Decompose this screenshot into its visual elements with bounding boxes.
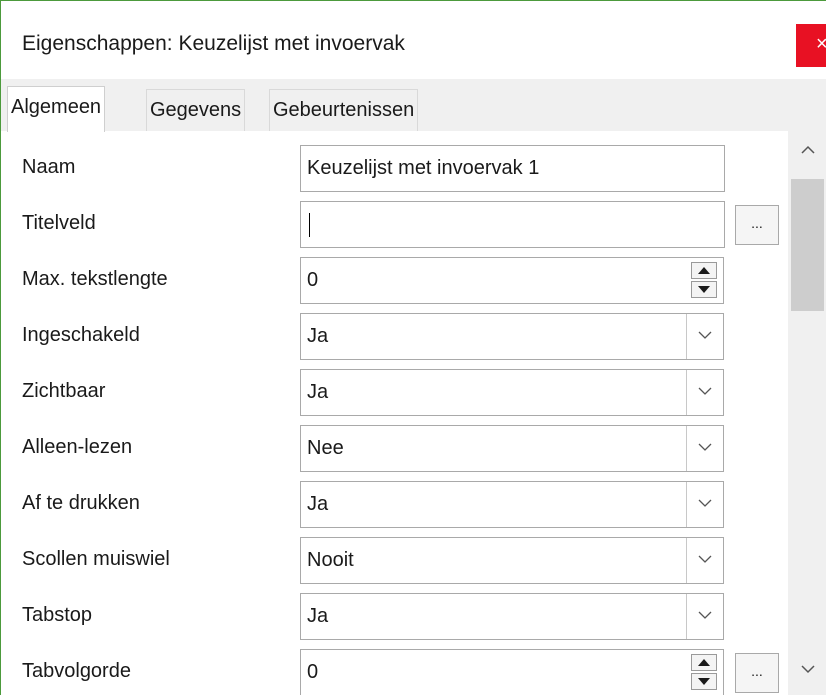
property-row-alleen-lezen: Alleen-lezen Nee [1,417,791,473]
chevron-down-icon [801,665,815,674]
ingeschakeld-value: Ja [307,325,329,347]
tabstop-select[interactable]: Ja [300,593,724,640]
titelveld-input[interactable] [300,201,725,248]
property-label-ingeschakeld: Ingeschakeld [22,305,298,361]
property-row-zichtbaar: Zichtbaar Ja [1,361,791,417]
property-row-titelveld: Titelveld ... [1,193,791,249]
chevron-down-icon [698,387,712,395]
property-row-tabstop: Tabstop Ja [1,585,791,641]
property-label-alleen-lezen: Alleen-lezen [22,417,298,473]
text-cursor [309,212,310,237]
close-button[interactable]: × [796,24,826,67]
property-row-max-tekstlengte: Max. tekstlengte 0 [1,249,791,305]
zichtbaar-select[interactable]: Ja [300,369,724,416]
scroll-thumb[interactable] [791,179,824,311]
chevron-up-icon [801,145,815,154]
property-row-ingeschakeld: Ingeschakeld Ja [1,305,791,361]
scroll-up-button[interactable] [788,131,826,169]
properties-dialog: Eigenschappen: Keuzelijst met invoervak … [0,0,826,695]
chevron-down-icon [698,443,712,451]
spin-up-button[interactable] [691,262,717,279]
alleen-lezen-value: Nee [307,437,344,459]
tab-gebeurtenissen[interactable]: Gebeurtenissen [269,89,419,131]
close-icon: × [816,33,826,55]
triangle-down-icon [698,678,710,685]
property-row-af-te-drukken: Af te drukken Ja [1,473,791,529]
property-label-af-te-drukken: Af te drukken [22,473,298,529]
chevron-down-icon [698,331,712,339]
property-label-scrollen-muiswiel: Scollen muiswiel [22,529,298,585]
af-te-drukken-dropdown-button[interactable] [686,482,723,527]
triangle-up-icon [698,659,710,666]
scrollen-muiswiel-value: Nooit [307,549,354,571]
properties-panel: Naam Keuzelijst met invoervak 1 Titelvel… [1,131,826,695]
tab-algemeen[interactable]: Algemeen [7,86,106,132]
property-row-scrollen-muiswiel: Scollen muiswiel Nooit [1,529,791,585]
ingeschakeld-select[interactable]: Ja [300,313,724,360]
title-bar: Eigenschappen: Keuzelijst met invoervak … [1,1,826,79]
spin-down-button[interactable] [691,281,717,298]
scroll-down-button[interactable] [788,651,826,689]
scrollen-muiswiel-dropdown-button[interactable] [686,538,723,583]
tabvolgorde-value: 0 [307,661,319,683]
max-tekstlengte-spinbox[interactable]: 0 [300,257,724,304]
property-label-titelveld: Titelveld [22,193,298,249]
max-tekstlengte-value: 0 [307,269,319,291]
property-label-naam: Naam [22,137,298,193]
dialog-title: Eigenschappen: Keuzelijst met invoervak [22,32,405,55]
tabvolgorde-spinbox[interactable]: 0 [300,649,724,695]
tab-gegevens[interactable]: Gegevens [146,89,246,131]
naam-input[interactable]: Keuzelijst met invoervak 1 [300,145,725,192]
chevron-down-icon [698,555,712,563]
tab-bar: Algemeen Gegevens Gebeurtenissen [1,79,826,132]
af-te-drukken-value: Ja [307,493,329,515]
ingeschakeld-dropdown-button[interactable] [686,314,723,359]
vertical-scrollbar[interactable] [788,131,826,695]
tabvolgorde-browse-button[interactable]: ... [735,653,779,693]
alleen-lezen-select[interactable]: Nee [300,425,724,472]
tabstop-dropdown-button[interactable] [686,594,723,639]
property-label-zichtbaar: Zichtbaar [22,361,298,417]
property-label-tabvolgorde: Tabvolgorde [22,641,298,695]
property-label-max-tekstlengte: Max. tekstlengte [22,249,298,305]
af-te-drukken-select[interactable]: Ja [300,481,724,528]
triangle-down-icon [698,286,710,293]
property-row-naam: Naam Keuzelijst met invoervak 1 [1,137,791,193]
spin-down-button[interactable] [691,673,717,690]
property-label-tabstop: Tabstop [22,585,298,641]
chevron-down-icon [698,611,712,619]
scrollen-muiswiel-select[interactable]: Nooit [300,537,724,584]
property-row-tabvolgorde: Tabvolgorde 0 ... [1,641,791,695]
triangle-up-icon [698,267,710,274]
tabstop-value: Ja [307,605,329,627]
zichtbaar-value: Ja [307,381,329,403]
alleen-lezen-dropdown-button[interactable] [686,426,723,471]
titelveld-browse-button[interactable]: ... [735,205,779,245]
zichtbaar-dropdown-button[interactable] [686,370,723,415]
spin-up-button[interactable] [691,654,717,671]
chevron-down-icon [698,499,712,507]
